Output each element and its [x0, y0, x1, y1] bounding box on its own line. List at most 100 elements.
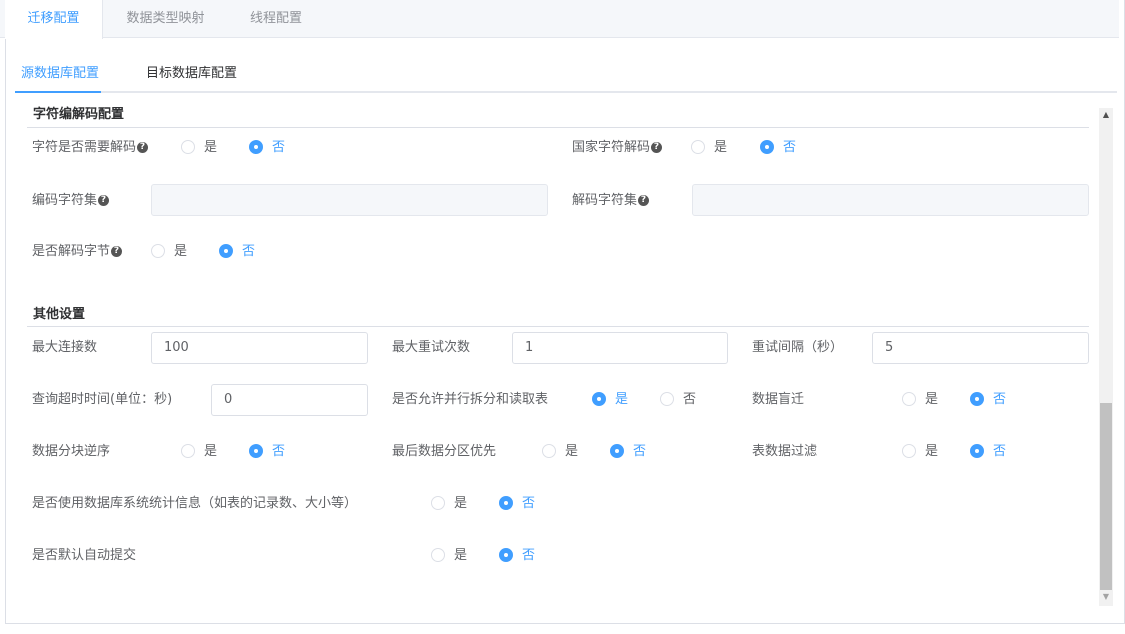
chunk-reverse-label: 数据分块逆序	[32, 444, 111, 459]
radio-circle-icon	[902, 391, 916, 406]
national-decode-yes-radio[interactable]: 是	[691, 138, 727, 158]
max-conn-label: 最大连接数	[32, 340, 98, 355]
radio-label: 是	[174, 244, 188, 259]
radio-circle-icon	[151, 243, 165, 258]
tab-target-db-config[interactable]: 目标数据库配置	[146, 62, 237, 86]
table-filter-no-radio[interactable]: 否	[970, 442, 1006, 462]
radio-circle-icon	[249, 443, 263, 458]
decode-charset-input[interactable]	[692, 184, 1089, 216]
auto-commit-label: 是否默认自动提交	[32, 548, 137, 563]
auto-commit-yes-radio[interactable]: 是	[431, 546, 467, 566]
need-decode-no-radio[interactable]: 否	[249, 138, 285, 158]
radio-circle-icon	[592, 391, 606, 406]
parallel-split-label: 是否允许并行拆分和读取表	[392, 392, 549, 407]
radio-circle-icon	[970, 391, 984, 406]
tab-thread-config[interactable]: 线程配置	[232, 0, 320, 38]
section-divider	[27, 127, 1089, 128]
encode-charset-input[interactable]	[151, 184, 548, 216]
radio-circle-icon	[660, 391, 674, 406]
radio-label: 是	[454, 496, 468, 511]
scrollbar-thumb[interactable]	[1100, 403, 1112, 590]
retry-interval-label: 重试间隔（秒）	[752, 340, 844, 355]
section-title-charset: 字符编解码配置	[33, 107, 125, 122]
help-icon[interactable]: ?	[638, 195, 650, 206]
chunk-reverse-no-radio[interactable]: 否	[249, 442, 285, 462]
last-partition-label: 最后数据分区优先	[392, 444, 497, 459]
chunk-reverse-yes-radio[interactable]: 是	[181, 442, 217, 462]
radio-label: 是	[204, 140, 218, 155]
auto-commit-no-radio[interactable]: 否	[499, 546, 535, 566]
sub-tab-divider	[15, 91, 1117, 93]
radio-circle-icon	[760, 139, 774, 154]
decode-bytes-no-radio[interactable]: 否	[219, 242, 255, 262]
config-panel	[5, 0, 1125, 624]
radio-circle-icon	[610, 443, 624, 458]
radio-circle-icon	[181, 443, 195, 458]
query-timeout-label: 查询超时时间(单位：秒)	[32, 392, 173, 407]
use-stats-no-radio[interactable]: 否	[499, 494, 535, 514]
radio-circle-icon	[431, 547, 445, 562]
radio-label: 否	[783, 140, 797, 155]
use-stats-label: 是否使用数据库系统统计信息（如表的记录数、大小等）	[32, 496, 358, 511]
radio-circle-icon	[970, 443, 984, 458]
scroll-down-arrow-icon[interactable]: ▼	[1099, 590, 1113, 604]
radio-label: 否	[993, 392, 1007, 407]
help-icon[interactable]: ?	[111, 246, 123, 257]
radio-label: 否	[683, 392, 697, 407]
radio-label: 否	[522, 548, 536, 563]
radio-label: 是	[615, 392, 629, 407]
radio-circle-icon	[499, 495, 513, 510]
retry-interval-input[interactable]: 5	[872, 332, 1089, 364]
radio-circle-icon	[219, 243, 233, 258]
tab-data-type-mapping[interactable]: 数据类型映射	[108, 0, 223, 38]
radio-circle-icon	[902, 443, 916, 458]
use-stats-yes-radio[interactable]: 是	[431, 494, 467, 514]
decode-bytes-label: 是否解码字节?	[32, 242, 123, 262]
radio-label: 是	[925, 392, 939, 407]
table-filter-label: 表数据过滤	[752, 444, 818, 459]
section-divider	[27, 326, 1089, 327]
last-partition-yes-radio[interactable]: 是	[542, 442, 578, 462]
radio-circle-icon	[542, 443, 556, 458]
scroll-up-arrow-icon[interactable]: ▲	[1099, 108, 1113, 122]
radio-circle-icon	[181, 139, 195, 154]
radio-label: 否	[993, 444, 1007, 459]
help-icon[interactable]: ?	[98, 195, 110, 206]
top-tab-bar: 迁移配置 数据类型映射 线程配置	[0, 0, 1119, 39]
decode-charset-label: 解码字符集?	[572, 191, 650, 211]
max-retry-input[interactable]: 1	[512, 332, 728, 364]
sub-tab-active-indicator	[15, 91, 101, 93]
national-decode-no-radio[interactable]: 否	[760, 138, 796, 158]
radio-circle-icon	[249, 139, 263, 154]
radio-label: 否	[633, 444, 647, 459]
parallel-split-yes-radio[interactable]: 是	[592, 390, 628, 410]
tab-source-db-config[interactable]: 源数据库配置	[21, 62, 99, 86]
table-filter-yes-radio[interactable]: 是	[902, 442, 938, 462]
blind-migrate-yes-radio[interactable]: 是	[902, 390, 938, 410]
tab-migration-config[interactable]: 迁移配置	[5, 0, 103, 39]
blind-migrate-no-radio[interactable]: 否	[970, 390, 1006, 410]
radio-label: 否	[522, 496, 536, 511]
parallel-split-no-radio[interactable]: 否	[660, 390, 696, 410]
decode-bytes-yes-radio[interactable]: 是	[151, 242, 187, 262]
encode-charset-label: 编码字符集?	[32, 191, 110, 211]
radio-label: 是	[925, 444, 939, 459]
radio-label: 否	[272, 140, 286, 155]
national-decode-label: 国家字符解码?	[572, 138, 663, 158]
help-icon[interactable]: ?	[651, 142, 663, 153]
radio-label: 是	[204, 444, 218, 459]
radio-circle-icon	[499, 547, 513, 562]
radio-label: 否	[272, 444, 286, 459]
radio-circle-icon	[431, 495, 445, 510]
help-icon[interactable]: ?	[137, 142, 149, 153]
query-timeout-input[interactable]: 0	[211, 384, 368, 416]
blind-migrate-label: 数据盲迁	[752, 392, 805, 407]
max-retry-label: 最大重试次数	[392, 340, 471, 355]
radio-label: 是	[454, 548, 468, 563]
radio-label: 是	[714, 140, 728, 155]
need-decode-yes-radio[interactable]: 是	[181, 138, 217, 158]
radio-label: 是	[565, 444, 579, 459]
last-partition-no-radio[interactable]: 否	[610, 442, 646, 462]
max-conn-input[interactable]: 100	[151, 332, 368, 364]
need-decode-label: 字符是否需要解码?	[32, 138, 149, 158]
